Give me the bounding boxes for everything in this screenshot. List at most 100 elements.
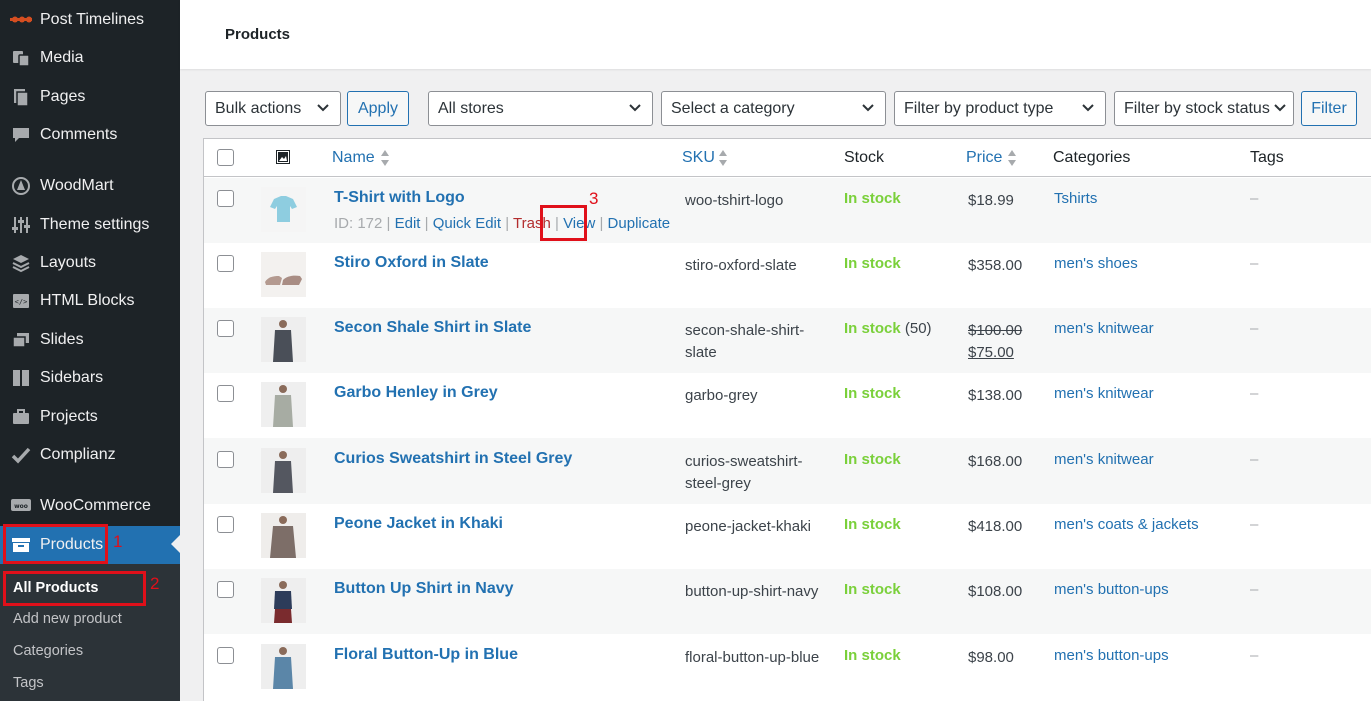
briefcase-icon xyxy=(10,406,32,428)
row-checkbox[interactable] xyxy=(217,451,234,468)
submenu-tags[interactable]: Tags xyxy=(13,675,44,691)
column-stock: Stock xyxy=(844,149,885,166)
menu-label: Complianz xyxy=(40,446,116,463)
menu-theme-settings[interactable]: Theme settings xyxy=(0,206,180,244)
row-checkbox[interactable] xyxy=(217,581,234,598)
row-checkbox[interactable] xyxy=(217,385,234,402)
select-all-checkbox[interactable] xyxy=(217,149,234,166)
row-checkbox[interactable] xyxy=(217,190,234,207)
product-tags: – xyxy=(1250,320,1259,337)
product-thumbnail[interactable] xyxy=(261,644,306,689)
table-row: Button Up Shirt in Navy button-up-shirt-… xyxy=(204,569,1371,634)
category-link[interactable]: men's button-ups xyxy=(1054,581,1169,598)
category-link[interactable]: men's knitwear xyxy=(1054,320,1154,337)
menu-comments[interactable]: Comments xyxy=(0,116,180,154)
menu-sidebars[interactable]: Sidebars xyxy=(0,359,180,397)
sliders-icon xyxy=(10,214,32,236)
svg-text:</>: </> xyxy=(15,298,28,306)
menu-label: Media xyxy=(40,49,84,66)
menu-media[interactable]: Media xyxy=(0,39,180,77)
svg-text:woo: woo xyxy=(14,503,28,510)
product-name-link[interactable]: Floral Button-Up in Blue xyxy=(334,646,518,664)
product-thumbnail[interactable] xyxy=(261,513,306,558)
product-thumbnail[interactable] xyxy=(261,187,306,232)
product-sku: woo-tshirt-logo xyxy=(685,192,784,209)
product-thumbnail[interactable] xyxy=(261,382,306,427)
stock-status: In stock (50) xyxy=(844,320,932,337)
submenu-add-new-product[interactable]: Add new product xyxy=(13,611,122,627)
column-price[interactable]: Price xyxy=(966,149,1016,167)
menu-woocommerce[interactable]: woo WooCommerce xyxy=(0,487,180,525)
product-price: $168.00 xyxy=(968,453,1023,470)
sort-icon xyxy=(719,150,727,166)
product-thumbnail[interactable] xyxy=(261,578,306,623)
category-link[interactable]: men's button-ups xyxy=(1054,647,1169,664)
menu-pages[interactable]: Pages xyxy=(0,78,180,116)
stock-label: In stock xyxy=(844,516,901,533)
menu-label: Pages xyxy=(40,88,86,105)
menu-label: Projects xyxy=(40,408,98,425)
submenu-categories[interactable]: Categories xyxy=(13,643,83,659)
menu-slides[interactable]: Slides xyxy=(0,321,180,359)
sort-icon xyxy=(1008,150,1016,166)
bulk-actions-value: Bulk actions xyxy=(215,99,302,117)
product-sku: curios-sweatshirt-steel-grey xyxy=(685,453,803,492)
bulk-actions-select[interactable]: Bulk actions xyxy=(205,91,341,126)
menu-label: Post Timelines xyxy=(40,11,145,28)
menu-html-blocks[interactable]: </> HTML Blocks xyxy=(0,282,180,320)
product-name-link[interactable]: Garbo Henley in Grey xyxy=(334,384,498,402)
sale-price: $75.00 xyxy=(968,344,1014,361)
row-checkbox[interactable] xyxy=(217,255,234,272)
product-type-select[interactable]: Filter by product type xyxy=(894,91,1106,126)
product-sku: secon-shale-shirt-slate xyxy=(685,322,805,361)
column-sku[interactable]: SKU xyxy=(682,149,727,167)
store-select[interactable]: All stores xyxy=(428,91,653,126)
category-link[interactable]: Tshirts xyxy=(1054,190,1097,207)
check-icon xyxy=(10,444,32,466)
row-checkbox[interactable] xyxy=(217,516,234,533)
column-categories: Categories xyxy=(1053,149,1131,166)
page-title: Products xyxy=(225,26,291,43)
menu-complianz[interactable]: Complianz xyxy=(0,436,180,474)
category-select[interactable]: Select a category xyxy=(661,91,886,126)
product-thumbnail[interactable] xyxy=(261,252,306,297)
stock-status-select[interactable]: Filter by stock status xyxy=(1114,91,1294,126)
table-row: Secon Shale Shirt in Slate secon-shale-s… xyxy=(204,308,1371,373)
media-icon xyxy=(10,47,32,69)
row-checkbox[interactable] xyxy=(217,320,234,337)
product-name-link[interactable]: Secon Shale Shirt in Slate xyxy=(334,319,531,337)
annotation-number-1: 1 xyxy=(113,532,123,551)
product-thumbnail[interactable] xyxy=(261,448,306,493)
page-header: Products xyxy=(180,0,1371,69)
row-checkbox[interactable] xyxy=(217,647,234,664)
annotation-box-all-products xyxy=(3,571,146,606)
product-tags: – xyxy=(1250,385,1259,402)
stock-label: In stock xyxy=(844,385,901,402)
edit-link[interactable]: Edit xyxy=(395,215,421,232)
product-price: $138.00 xyxy=(968,387,1023,404)
menu-layouts[interactable]: Layouts xyxy=(0,244,180,282)
product-price: $100.00 $75.00 xyxy=(968,320,1022,364)
menu-label: Comments xyxy=(40,126,118,143)
image-column-icon xyxy=(276,150,290,164)
product-name-link[interactable]: Peone Jacket in Khaki xyxy=(334,515,503,533)
duplicate-link[interactable]: Duplicate xyxy=(608,215,671,232)
product-thumbnail[interactable] xyxy=(261,317,306,362)
product-name-link[interactable]: Button Up Shirt in Navy xyxy=(334,580,514,598)
column-name[interactable]: Name xyxy=(332,149,389,167)
category-link[interactable]: men's knitwear xyxy=(1054,451,1154,468)
category-link[interactable]: men's shoes xyxy=(1054,255,1138,272)
chevron-down-icon xyxy=(1082,104,1094,112)
apply-button[interactable]: Apply xyxy=(347,91,409,126)
quick-edit-link[interactable]: Quick Edit xyxy=(433,215,501,232)
stock-label: In stock xyxy=(844,255,901,272)
filter-button[interactable]: Filter xyxy=(1301,91,1357,126)
category-link[interactable]: men's coats & jackets xyxy=(1054,516,1199,533)
product-name-link[interactable]: Stiro Oxford in Slate xyxy=(334,254,489,272)
category-link[interactable]: men's knitwear xyxy=(1054,385,1154,402)
menu-woodmart[interactable]: WoodMart xyxy=(0,167,180,205)
product-name-link[interactable]: Curios Sweatshirt in Steel Grey xyxy=(334,450,572,468)
product-name-link[interactable]: T-Shirt with Logo xyxy=(334,189,465,207)
menu-post-timelines[interactable]: Post Timelines xyxy=(0,1,180,39)
menu-projects[interactable]: Projects xyxy=(0,398,180,436)
